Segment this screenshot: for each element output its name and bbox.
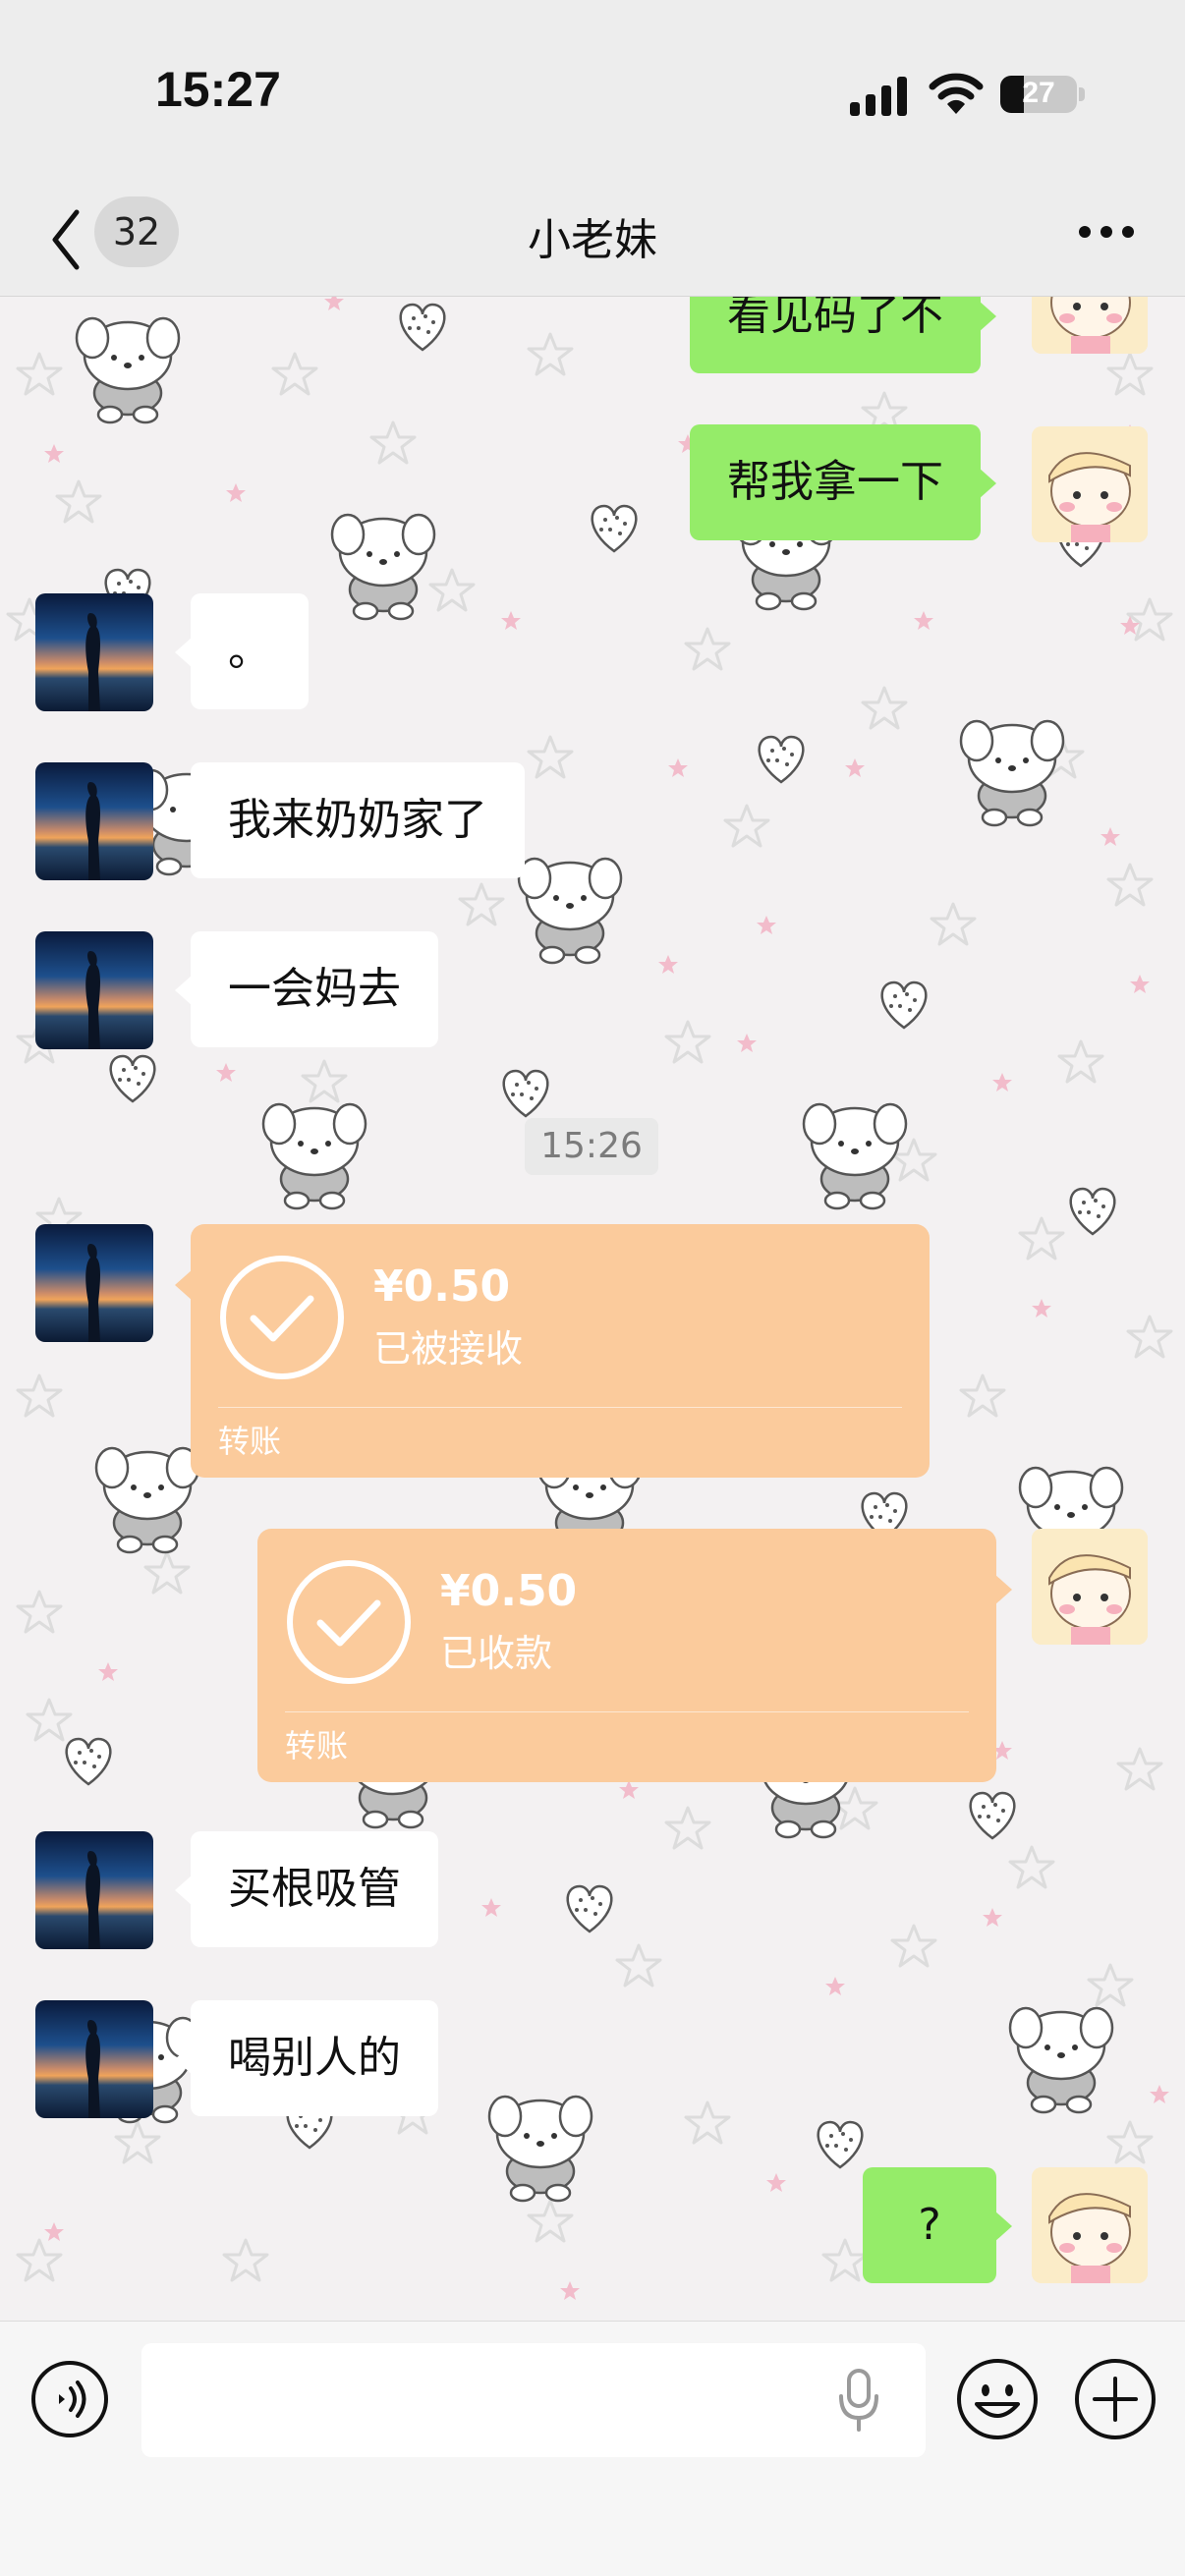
message-list[interactable]: 看见码了不 帮我拿一下 。 我来奶奶家了 一会妈去 15:26 ¥0.50 已被…: [0, 297, 1185, 2321]
battery-level: 27: [1022, 77, 1055, 109]
contact-avatar[interactable]: [35, 931, 153, 1049]
message-bubble-incoming[interactable]: 买根吸管: [175, 1831, 438, 1947]
transfer-amount: ¥0.50: [440, 1566, 578, 1616]
chat-header: 32 小老妹: [0, 187, 1185, 297]
transfer-divider: [218, 1407, 902, 1408]
my-avatar[interactable]: [1032, 297, 1148, 354]
message-bubble-incoming[interactable]: 我来奶奶家了: [175, 762, 525, 878]
voice-icon[interactable]: [29, 2359, 110, 2439]
battery-icon: 27: [1000, 76, 1077, 113]
input-bar: [0, 2321, 1185, 2576]
transfer-card-outgoing[interactable]: ¥0.50 已收款 转账: [257, 1529, 1012, 1782]
transfer-amount: ¥0.50: [373, 1261, 511, 1312]
message-bubble-incoming[interactable]: 喝别人的: [175, 2000, 438, 2116]
my-avatar[interactable]: [1032, 426, 1148, 542]
contact-avatar[interactable]: [35, 762, 153, 880]
message-timestamp: 15:26: [525, 1118, 658, 1175]
my-avatar[interactable]: [1032, 1529, 1148, 1645]
transfer-label: 转账: [218, 1423, 282, 1460]
transfer-status: 已收款: [440, 1632, 553, 1675]
transfer-label: 转账: [285, 1727, 349, 1764]
signal-icon: [850, 75, 909, 116]
message-bubble-outgoing[interactable]: ?: [863, 2167, 1012, 2283]
message-bubble-outgoing[interactable]: 看见码了不: [690, 297, 996, 373]
battery-tip: [1079, 87, 1085, 101]
transfer-status: 已被接收: [373, 1327, 524, 1371]
contact-avatar[interactable]: [35, 593, 153, 711]
my-avatar[interactable]: [1032, 2167, 1148, 2283]
plus-icon[interactable]: [1073, 2357, 1157, 2441]
check-circle-icon: [220, 1256, 344, 1379]
chat-title: 小老妹: [528, 215, 657, 265]
contact-avatar[interactable]: [35, 2000, 153, 2118]
status-bar: 15:27 27: [0, 0, 1185, 187]
message-bubble-outgoing[interactable]: 帮我拿一下: [690, 424, 996, 540]
ellipsis-icon[interactable]: [1079, 226, 1134, 240]
message-bubble-incoming[interactable]: 。: [175, 593, 309, 709]
status-time: 15:27: [155, 62, 281, 117]
microphone-icon[interactable]: [837, 2367, 880, 2432]
message-input[interactable]: [141, 2343, 926, 2457]
wifi-icon: [929, 73, 984, 114]
transfer-card-incoming[interactable]: ¥0.50 已被接收 转账: [175, 1224, 930, 1478]
contact-avatar[interactable]: [35, 1224, 153, 1342]
emoji-icon[interactable]: [955, 2357, 1040, 2441]
check-circle-icon: [287, 1560, 411, 1684]
contact-avatar[interactable]: [35, 1831, 153, 1949]
message-bubble-incoming[interactable]: 一会妈去: [175, 931, 438, 1047]
transfer-divider: [285, 1711, 969, 1712]
